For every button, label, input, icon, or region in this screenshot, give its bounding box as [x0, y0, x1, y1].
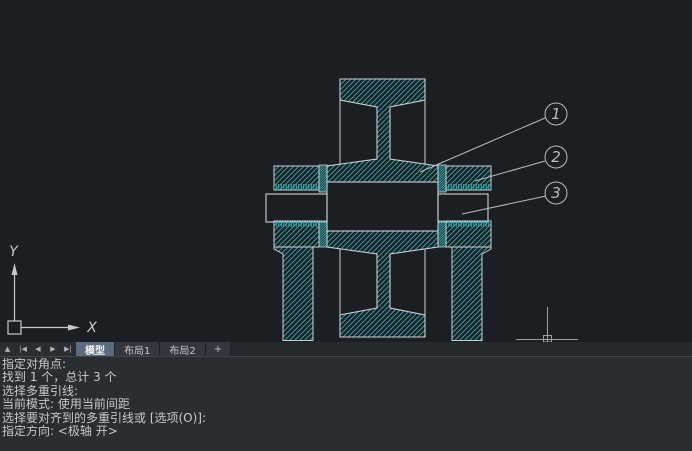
seal-band-lower-left[interactable] [274, 221, 319, 227]
bushing-upper-left [319, 165, 327, 192]
balloon-1-label: 1 [551, 105, 561, 123]
balloon-labels: 1 2 3 [551, 105, 561, 202]
tab-menu-button[interactable]: ▲ [0, 342, 15, 356]
command-history-line: 找到 1 个，总计 3 个 [2, 371, 692, 384]
drawing-canvas[interactable]: 1 2 3 Y X [0, 0, 692, 342]
crosshair-cursor [516, 307, 578, 342]
shaft-center-section[interactable] [327, 182, 438, 231]
layout-tab-bar: ▲ |◀ ◀ ▶ ▶| 模型 布局1 布局2 + [0, 342, 692, 356]
cad-application-window: 1 2 3 Y X ▲ |◀ ◀ [0, 0, 692, 451]
support-leg-right[interactable] [452, 247, 491, 341]
seal-band-lower-right[interactable] [446, 221, 491, 227]
leader-3[interactable] [462, 196, 546, 214]
seal-band-upper-right[interactable] [446, 184, 491, 190]
prev-tab-button[interactable]: ◀ [31, 342, 45, 356]
wheel-section-bottom[interactable] [327, 231, 438, 337]
command-line-panel[interactable]: 指定对角点: 找到 1 个，总计 3 个 选择多重引线: 当前模式: 使用当前间… [0, 356, 692, 451]
tab-layout2[interactable]: 布局2 [160, 342, 205, 356]
command-history-line: 选择要对齐到的多重引线或 [选项(O)]: [2, 412, 692, 425]
add-layout-tab-button[interactable]: + [206, 342, 231, 356]
bushing-lower-left [319, 221, 327, 247]
bushing-lower-right [438, 221, 446, 247]
seal-band-upper-left[interactable] [274, 184, 319, 190]
balloon-3-label: 3 [551, 184, 561, 202]
wheel-section-top[interactable] [327, 79, 438, 182]
command-history-line: 当前模式: 使用当前间距 [2, 398, 692, 411]
tab-bar-filler [231, 342, 692, 356]
tab-layout1[interactable]: 布局1 [115, 342, 160, 356]
shaft-right-end[interactable] [438, 194, 488, 222]
shaft-left-end[interactable] [266, 194, 327, 222]
ucs-icon: Y X [8, 244, 97, 336]
first-tab-button[interactable]: |◀ [16, 342, 30, 356]
tab-model[interactable]: 模型 [76, 342, 115, 356]
bushing-upper-right [438, 165, 446, 192]
leader-1[interactable] [420, 118, 545, 172]
command-history-line: 选择多重引线: [2, 385, 692, 398]
command-history-line: 指定对角点: [2, 358, 692, 371]
ucs-x-label: X [86, 320, 97, 336]
next-tab-button[interactable]: ▶ [46, 342, 60, 356]
support-leg-left[interactable] [274, 247, 313, 341]
command-prompt-line: 指定方向: <极轴 开> [2, 425, 692, 438]
balloon-2-label: 2 [551, 148, 561, 166]
ucs-y-label: Y [9, 244, 19, 260]
last-tab-button[interactable]: ▶| [61, 342, 75, 356]
